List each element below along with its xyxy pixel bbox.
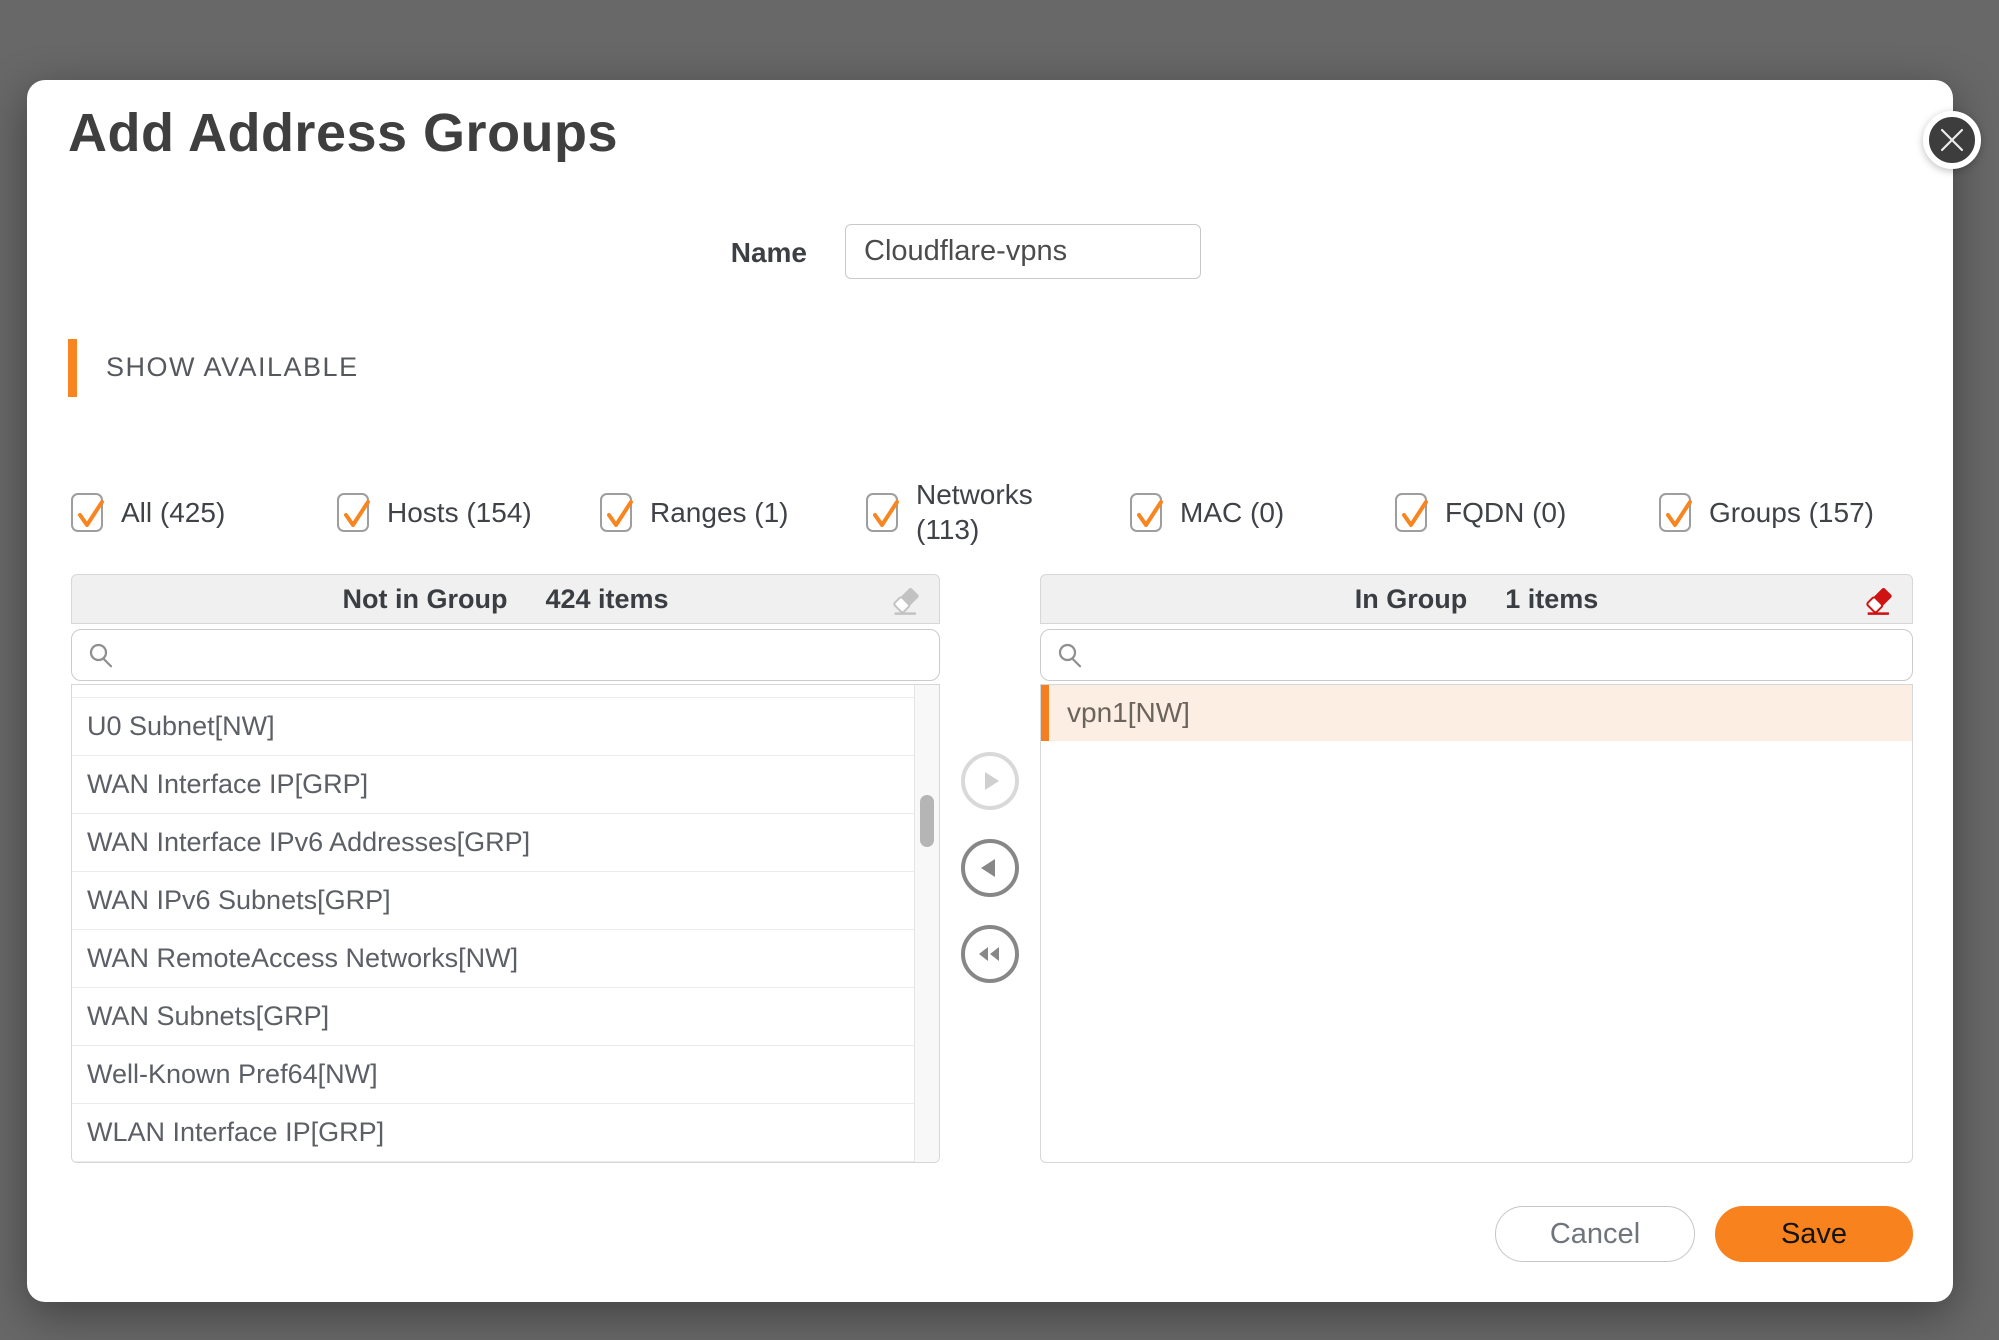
show-available-heading: SHOW AVAILABLE: [106, 352, 359, 383]
not-in-group-panel: Not in Group 424 items: [71, 574, 940, 1163]
close-button[interactable]: [1923, 111, 1981, 169]
not-in-group-header: Not in Group 424 items: [71, 574, 940, 624]
checkbox-checked-icon[interactable]: [866, 493, 898, 532]
search-input[interactable]: [1095, 630, 1912, 680]
list-item-label: Well-Known Pref64[NW]: [87, 1059, 378, 1090]
filter-networks[interactable]: Networks (113): [866, 470, 1048, 554]
list-item[interactable]: WLAN Interface IP[GRP]: [72, 1104, 914, 1162]
filter-label: Ranges (1): [650, 495, 789, 530]
checkbox-checked-icon[interactable]: [71, 493, 103, 532]
move-all-left-button[interactable]: [961, 925, 1019, 983]
list-item-label: WAN Interface IPv6 Addresses[GRP]: [87, 827, 530, 858]
panel-title: In Group: [1355, 584, 1467, 615]
list-item-label: WLAN Interface IP[GRP]: [87, 1117, 384, 1148]
filter-label: All (425): [121, 495, 225, 530]
list-item-label: vpn1[NW]: [1067, 697, 1190, 729]
partial-row: [72, 685, 914, 698]
type-filter-row: All (425) Hosts (154) Ranges (1) Network…: [27, 470, 1953, 554]
arrow-right-icon: [977, 768, 1003, 794]
filter-label: MAC (0): [1180, 495, 1284, 530]
list-item[interactable]: WAN IPv6 Subnets[GRP]: [72, 872, 914, 930]
page-title: Add Address Groups: [68, 102, 618, 164]
list-item-label: U0 Subnet[NW]: [87, 711, 275, 742]
filter-groups[interactable]: Groups (157): [1659, 470, 1874, 554]
checkbox-checked-icon[interactable]: [337, 493, 369, 532]
filter-label: Hosts (154): [387, 495, 532, 530]
name-field-label: Name: [587, 237, 807, 269]
list-item-selected[interactable]: vpn1[NW]: [1041, 685, 1912, 741]
in-group-list: vpn1[NW]: [1040, 684, 1913, 1163]
list-item[interactable]: WAN RemoteAccess Networks[NW]: [72, 930, 914, 988]
list-item[interactable]: U0 Subnet[NW]: [72, 698, 914, 756]
list-item[interactable]: Well-Known Pref64[NW]: [72, 1046, 914, 1104]
in-group-panel: In Group 1 items: [1040, 574, 1913, 1163]
move-left-button[interactable]: [961, 839, 1019, 897]
list-item-label: WAN Interface IP[GRP]: [87, 769, 368, 800]
in-group-header: In Group 1 items: [1040, 574, 1913, 624]
save-button[interactable]: Save: [1715, 1206, 1913, 1262]
checkbox-checked-icon[interactable]: [1130, 493, 1162, 532]
search-input[interactable]: [126, 630, 939, 680]
close-icon: [1939, 127, 1965, 153]
section-accent-bar: [68, 339, 77, 397]
checkbox-checked-icon[interactable]: [1659, 493, 1691, 532]
filter-ranges[interactable]: Ranges (1): [600, 470, 789, 554]
in-group-search: [1040, 629, 1913, 681]
search-icon: [86, 640, 116, 670]
filter-label: Groups (157): [1709, 495, 1874, 530]
filter-all[interactable]: All (425): [71, 470, 225, 554]
not-in-group-search: [71, 629, 940, 681]
scrollbar-thumb[interactable]: [920, 795, 934, 847]
filter-fqdn[interactable]: FQDN (0): [1395, 470, 1566, 554]
filter-mac[interactable]: MAC (0): [1130, 470, 1284, 554]
move-right-button[interactable]: [961, 752, 1019, 810]
list-item-label: WAN IPv6 Subnets[GRP]: [87, 885, 391, 916]
eraser-icon: [889, 584, 923, 618]
list-item-label: WAN Subnets[GRP]: [87, 1001, 329, 1032]
double-arrow-left-icon: [975, 941, 1005, 967]
checkbox-checked-icon[interactable]: [1395, 493, 1427, 532]
eraser-icon-red: [1862, 584, 1896, 618]
panel-item-count: 424 items: [545, 584, 668, 615]
clear-search-button[interactable]: [887, 582, 925, 620]
not-in-group-list: U0 Subnet[NW] WAN Interface IP[GRP] WAN …: [71, 684, 940, 1163]
filter-label: FQDN (0): [1445, 495, 1566, 530]
clear-group-button[interactable]: [1860, 582, 1898, 620]
search-icon: [1055, 640, 1085, 670]
scrollbar-track[interactable]: [914, 685, 939, 1162]
list-item-label: WAN RemoteAccess Networks[NW]: [87, 943, 518, 974]
name-input[interactable]: [845, 224, 1201, 279]
panel-item-count: 1 items: [1505, 584, 1598, 615]
panel-title: Not in Group: [342, 584, 507, 615]
filter-hosts[interactable]: Hosts (154): [337, 470, 532, 554]
cancel-button[interactable]: Cancel: [1495, 1206, 1695, 1262]
checkbox-checked-icon[interactable]: [600, 493, 632, 532]
filter-label: Networks (113): [916, 477, 1048, 547]
add-address-groups-dialog: Add Address Groups Name SHOW AVAILABLE A…: [27, 80, 1953, 1302]
list-item[interactable]: WAN Interface IPv6 Addresses[GRP]: [72, 814, 914, 872]
list-item[interactable]: WAN Subnets[GRP]: [72, 988, 914, 1046]
arrow-left-icon: [977, 855, 1003, 881]
list-item[interactable]: WAN Interface IP[GRP]: [72, 756, 914, 814]
